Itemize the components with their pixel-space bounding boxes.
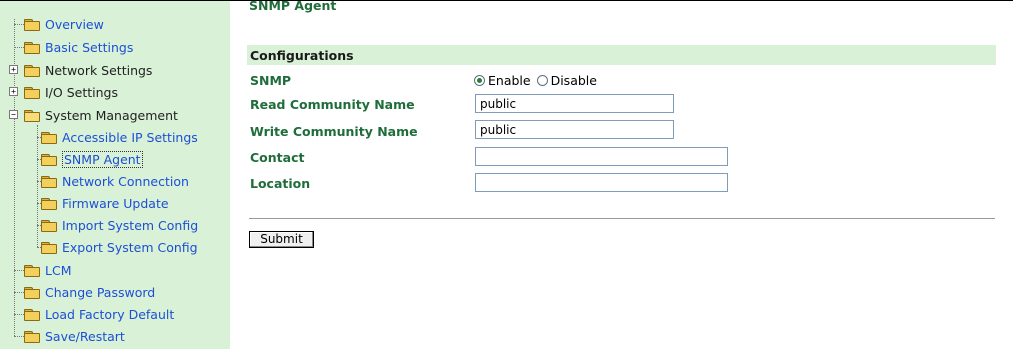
sidebar-item-label: Basic Settings — [45, 39, 134, 55]
contact-label: Contact — [250, 150, 305, 165]
sidebar-item-accessible-ip-settings[interactable]: Accessible IP Settings — [37, 128, 198, 146]
folder-icon — [24, 308, 40, 321]
write-community-input[interactable] — [475, 120, 674, 139]
section-header: Configurations — [247, 45, 996, 65]
sidebar-item-basic-settings[interactable]: Basic Settings — [14, 38, 133, 56]
folder-icon — [24, 18, 40, 31]
folder-icon — [24, 86, 40, 99]
sidebar-item-change-password[interactable]: Change Password — [14, 283, 155, 301]
sidebar-item-save-restart[interactable]: Save/Restart — [14, 327, 125, 345]
location-label: Location — [250, 176, 311, 191]
folder-icon — [41, 131, 57, 144]
page-title: SNMP Agent — [249, 0, 337, 13]
submit-button[interactable]: Submit — [249, 231, 314, 248]
sidebar-item-firmware-update[interactable]: Firmware Update — [37, 194, 169, 212]
sidebar-item-overview[interactable]: Overview — [14, 15, 104, 33]
snmp-label: SNMP — [250, 73, 292, 88]
sidebar-item-label: Change Password — [45, 284, 156, 300]
collapse-icon[interactable]: − — [9, 110, 18, 119]
sidebar-item-load-factory-default[interactable]: Load Factory Default — [14, 305, 174, 323]
divider — [249, 218, 995, 219]
sidebar-item-network-settings[interactable]: + Network Settings — [5, 61, 152, 79]
contact-input[interactable] — [475, 147, 728, 166]
sidebar-item-label: Import System Config — [62, 217, 199, 233]
open-folder-icon — [24, 109, 40, 122]
sidebar-item-snmp-agent[interactable]: SNMP Agent — [37, 150, 143, 168]
sidebar-item-label: Overview — [45, 16, 104, 32]
write-community-label: Write Community Name — [250, 124, 418, 139]
location-input[interactable] — [475, 173, 728, 192]
sidebar-item-label: System Management — [45, 107, 178, 123]
section-title: Configurations — [250, 48, 354, 63]
main-content: SNMP Agent Configurations SNMP Enable Di… — [230, 0, 1013, 349]
snmp-disable-radio[interactable] — [536, 75, 548, 86]
snmp-enable-label[interactable]: Enable — [488, 73, 531, 88]
sidebar-item-label: Accessible IP Settings — [62, 129, 198, 145]
sidebar-item-label: LCM — [45, 262, 72, 278]
sidebar-item-export-system-config[interactable]: Export System Config — [37, 238, 198, 256]
sidebar-item-label: Network Connection — [62, 173, 189, 189]
top-border — [230, 0, 1013, 1]
folder-icon — [41, 219, 57, 232]
folder-icon — [24, 330, 40, 343]
sidebar-item-label: Load Factory Default — [45, 306, 175, 322]
sidebar-item-label: I/O Settings — [45, 84, 118, 100]
sidebar-item-label: Firmware Update — [62, 195, 169, 211]
folder-icon — [24, 41, 40, 54]
sidebar-item-system-management[interactable]: − System Management — [5, 106, 178, 124]
snmp-radio-group: Enable Disable — [474, 73, 603, 88]
folder-icon — [24, 286, 40, 299]
folder-icon — [41, 153, 57, 166]
folder-icon — [24, 64, 40, 77]
read-community-label: Read Community Name — [250, 97, 415, 112]
folder-icon — [41, 241, 57, 254]
folder-icon — [41, 175, 57, 188]
snmp-disable-label[interactable]: Disable — [551, 73, 597, 88]
sidebar-item-label: SNMP Agent — [62, 150, 143, 168]
sidebar-item-io-settings[interactable]: + I/O Settings — [5, 83, 118, 101]
read-community-input[interactable] — [475, 94, 674, 113]
expand-icon[interactable]: + — [9, 87, 18, 96]
sidebar-item-label: Network Settings — [45, 62, 153, 78]
sidebar-item-label: Export System Config — [62, 239, 198, 255]
sidebar-item-import-system-config[interactable]: Import System Config — [37, 216, 198, 234]
expand-icon[interactable]: + — [9, 65, 18, 74]
sidebar-tree: Overview Basic Settings + Network Settin… — [0, 0, 230, 349]
sidebar-item-network-connection[interactable]: Network Connection — [37, 172, 189, 190]
sidebar-item-lcm[interactable]: LCM — [14, 261, 71, 279]
folder-icon — [24, 264, 40, 277]
snmp-enable-radio[interactable] — [474, 75, 485, 86]
folder-icon — [41, 197, 57, 210]
sidebar-item-label: Save/Restart — [45, 328, 125, 344]
